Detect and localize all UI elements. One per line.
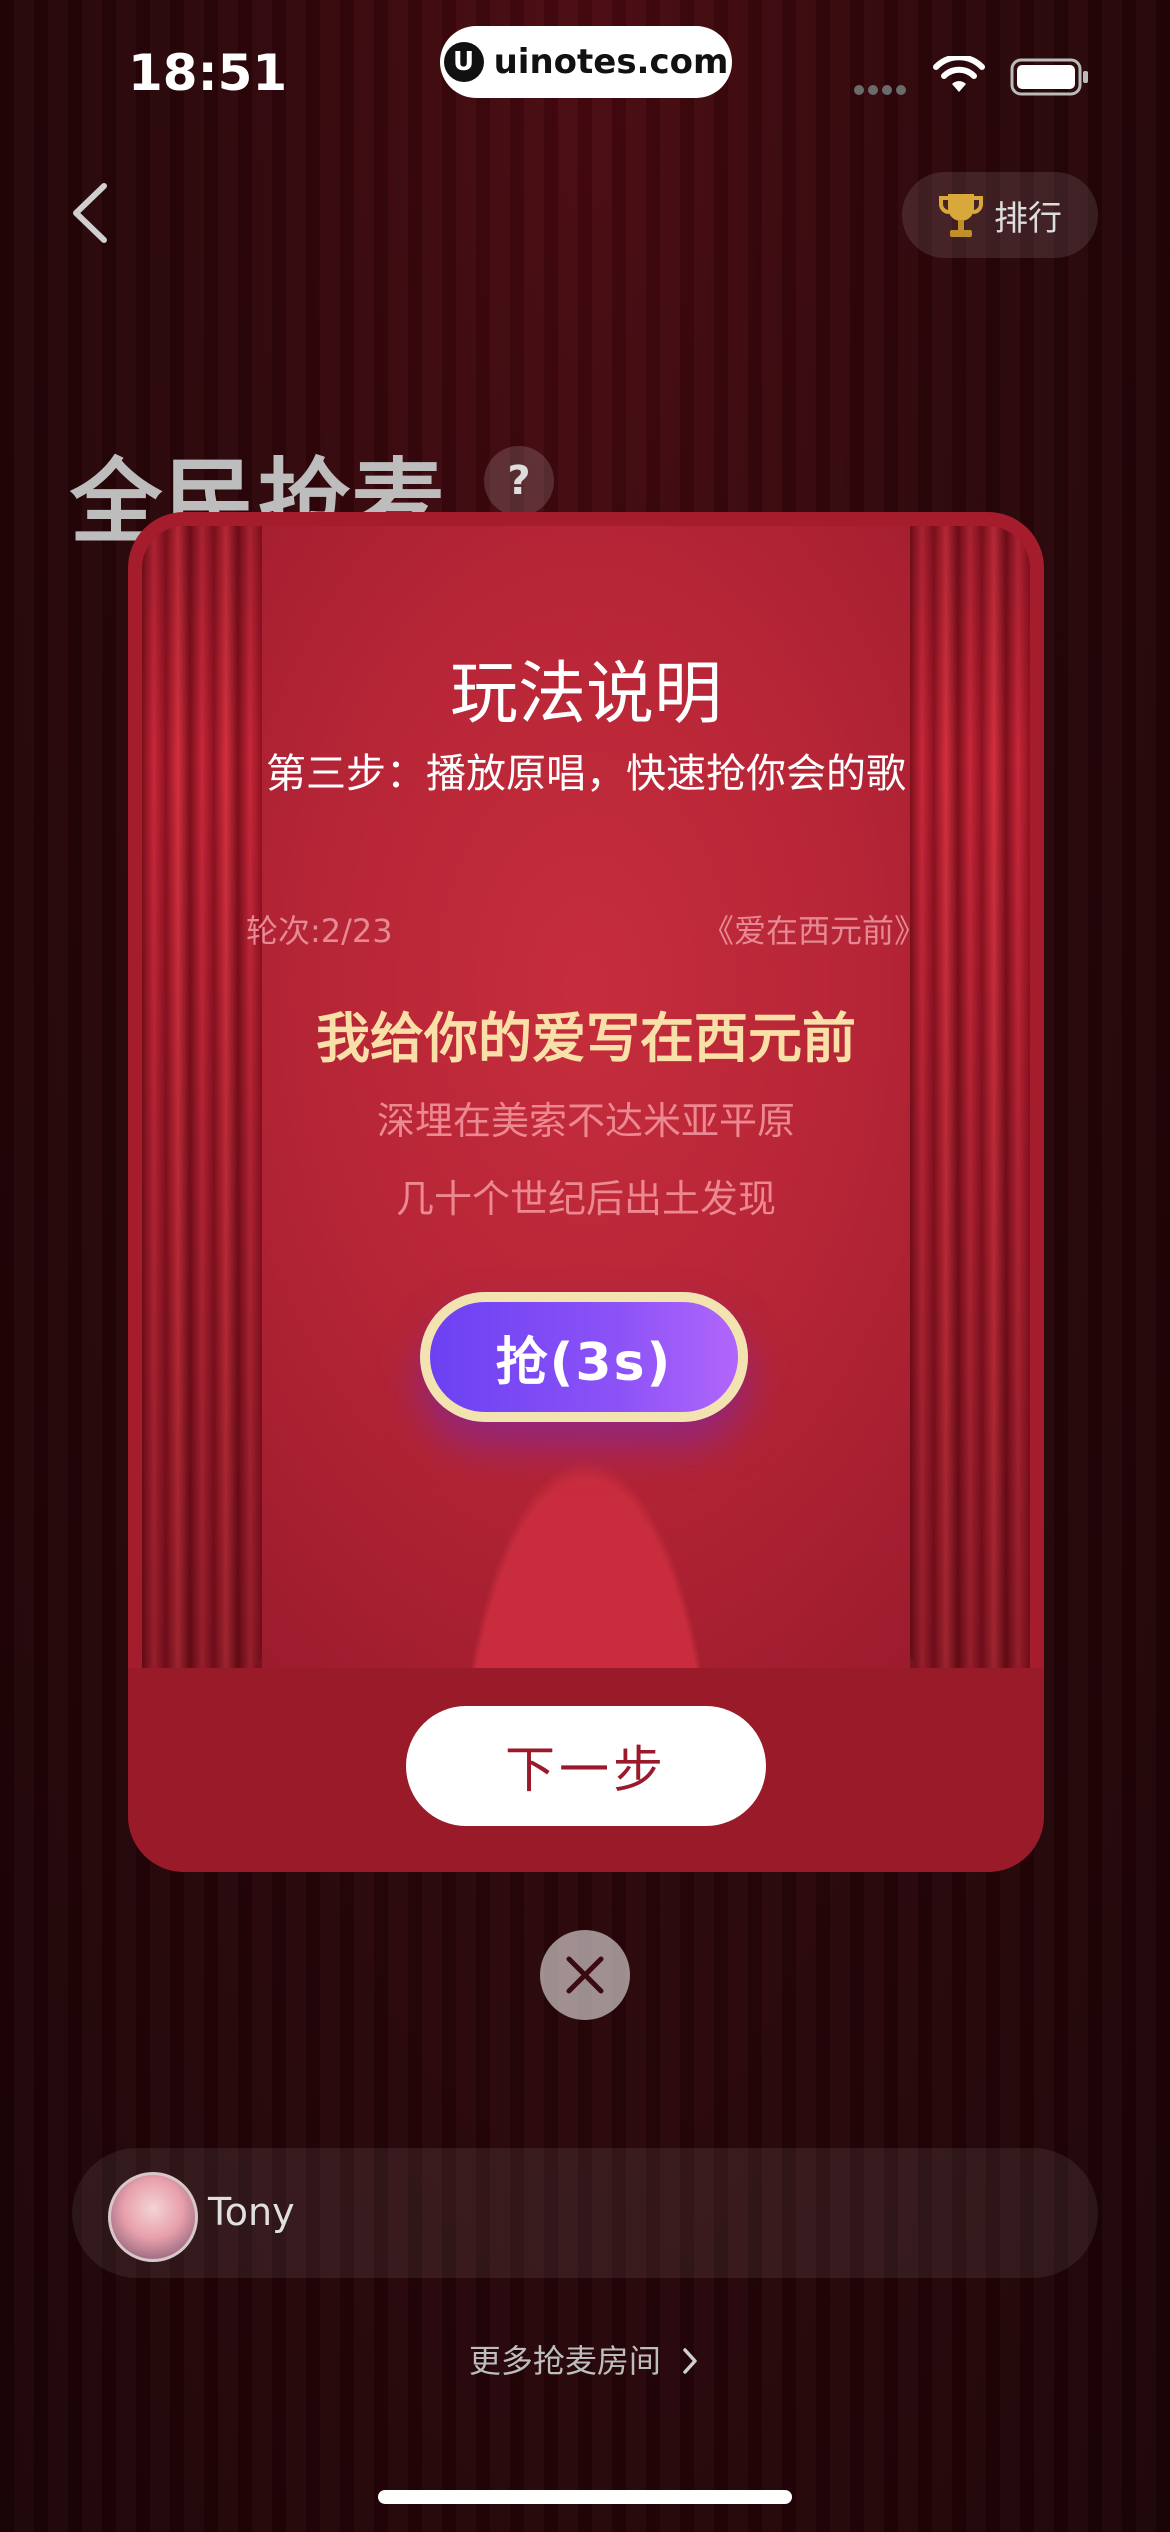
trophy-icon [939, 194, 983, 237]
instruction-modal: 玩法说明 第三步：播放原唱，快速抢你会的歌 轮次:2/23 《爱在西元前》 我给… [128, 512, 1044, 1872]
grab-label: 抢(3s) [495, 1332, 673, 1393]
more-rooms-link[interactable]: 更多抢麦房间 [0, 2336, 1170, 2382]
chevron-right-icon [683, 2348, 697, 2374]
user-name: Tony [208, 2190, 295, 2234]
cellular-signal-icon [854, 80, 910, 95]
avatar[interactable] [108, 2172, 198, 2262]
round-label: 轮次:2/23 [246, 912, 393, 950]
site-logo-icon: U [443, 42, 484, 82]
modal-subtitle: 第三步：播放原唱，快速抢你会的歌 [266, 751, 906, 797]
lyric-line-next: 深埋在美索不达米亚平原 [376, 1099, 795, 1143]
rank-label: 排行 [994, 198, 1062, 239]
battery-icon [1010, 58, 1088, 96]
modal-title: 玩法说明 [449, 655, 722, 734]
url-text: uinotes.com [493, 42, 729, 82]
lyric-line-current: 我给你的爱写在西元前 [316, 1007, 856, 1070]
wifi-icon [933, 56, 985, 92]
url-pill: U uinotes.com [440, 26, 732, 98]
back-button[interactable] [60, 178, 120, 248]
close-icon [566, 1956, 604, 1994]
next-step-label: 下一步 [505, 1741, 667, 1799]
song-title: 《爱在西元前》 [701, 912, 926, 950]
more-rooms-label: 更多抢麦房间 [468, 2342, 661, 2380]
help-button[interactable]: ? [484, 446, 554, 516]
lyric-line-following: 几十个世纪后出土发现 [395, 1177, 776, 1221]
user-bar: Tony [72, 2148, 1098, 2278]
next-step-button[interactable]: 下一步 [406, 1706, 766, 1826]
status-time: 18:51 [128, 44, 288, 102]
close-button[interactable] [540, 1930, 630, 2020]
home-indicator [378, 2490, 792, 2504]
rank-button[interactable]: 排行 [902, 172, 1098, 258]
grab-mic-button[interactable]: 抢(3s) [420, 1292, 748, 1422]
